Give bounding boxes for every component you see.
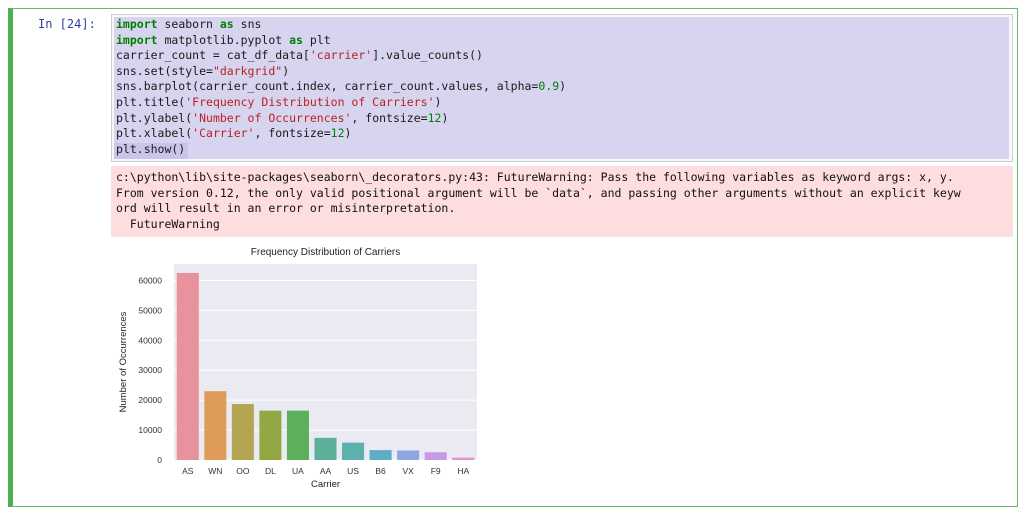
code-line[interactable]: sns.barplot(carrier_count.index, carrier… — [116, 79, 566, 95]
x-tick-label: US — [347, 466, 359, 476]
y-tick-label: 60000 — [138, 275, 162, 285]
bar-oo — [231, 404, 254, 460]
stderr-text: c:\python\lib\site-packages\seaborn\_dec… — [116, 170, 961, 232]
bar-ua — [286, 410, 309, 460]
bar-chart: 0 10000 20000 30000 40000 50000 60000 AS WN OO DL… — [118, 247, 477, 490]
x-tick-label: VX — [402, 466, 414, 476]
code-line[interactable]: sns.set(style="darkgrid") — [116, 64, 566, 80]
y-tick-label: 10000 — [138, 425, 162, 435]
bar-b6 — [369, 450, 392, 460]
x-tick-label: OO — [236, 466, 250, 476]
y-axis-label: Number of Occurrences — [118, 311, 129, 412]
x-tick-label: B6 — [375, 466, 386, 476]
y-tick-labels: 0 10000 20000 30000 40000 50000 60000 — [138, 275, 162, 465]
code-line[interactable]: plt.ylabel('Number of Occurrences', font… — [116, 111, 566, 127]
x-tick-label: AS — [182, 466, 194, 476]
x-tick-label: UA — [292, 466, 304, 476]
bar-vx — [397, 450, 420, 460]
bar-as — [176, 272, 199, 460]
cell-prompt: In [24]: — [38, 17, 96, 31]
code-line[interactable]: plt.xlabel('Carrier', fontsize=12) — [116, 126, 566, 142]
y-tick-label: 30000 — [138, 365, 162, 375]
bar-us — [342, 442, 365, 460]
bar-wn — [204, 391, 227, 460]
x-tick-label: WN — [208, 466, 222, 476]
stderr-line: From version 0.12, the only valid positi… — [116, 185, 961, 200]
code-text[interactable]: import seaborn as sns import matplotlib.p… — [116, 17, 566, 157]
bar-dl — [259, 410, 282, 460]
code-line[interactable]: carrier_count = cat_df_data['carrier'].v… — [116, 48, 566, 64]
code-line[interactable]: plt.show() — [116, 142, 566, 158]
bar-f9 — [424, 452, 447, 460]
y-tick-label: 0 — [157, 455, 162, 465]
x-tick-label: DL — [265, 466, 276, 476]
code-line[interactable]: import seaborn as sns — [116, 17, 566, 33]
x-tick-label: HA — [457, 466, 469, 476]
y-tick-label: 40000 — [138, 335, 162, 345]
y-tick-label: 50000 — [138, 305, 162, 315]
x-tick-label: F9 — [431, 466, 441, 476]
x-tick-label: AA — [320, 466, 332, 476]
x-tick-labels: AS WN OO DL UA AA US B6 VX F9 HA — [182, 466, 469, 476]
code-line[interactable]: import matplotlib.pyplot as plt — [116, 33, 566, 49]
bar-aa — [314, 437, 337, 460]
x-axis-label: Carrier — [311, 479, 340, 490]
chart-title: Frequency Distribution of Carriers — [251, 247, 401, 258]
y-tick-label: 20000 — [138, 395, 162, 405]
code-line[interactable]: plt.title('Frequency Distribution of Car… — [116, 95, 566, 111]
stderr-line: c:\python\lib\site-packages\seaborn\_dec… — [116, 170, 954, 184]
stderr-line: ord will result in an error or misinterp… — [116, 201, 456, 216]
stderr-line: FutureWarning — [116, 216, 220, 231]
bar-ha — [452, 457, 475, 460]
